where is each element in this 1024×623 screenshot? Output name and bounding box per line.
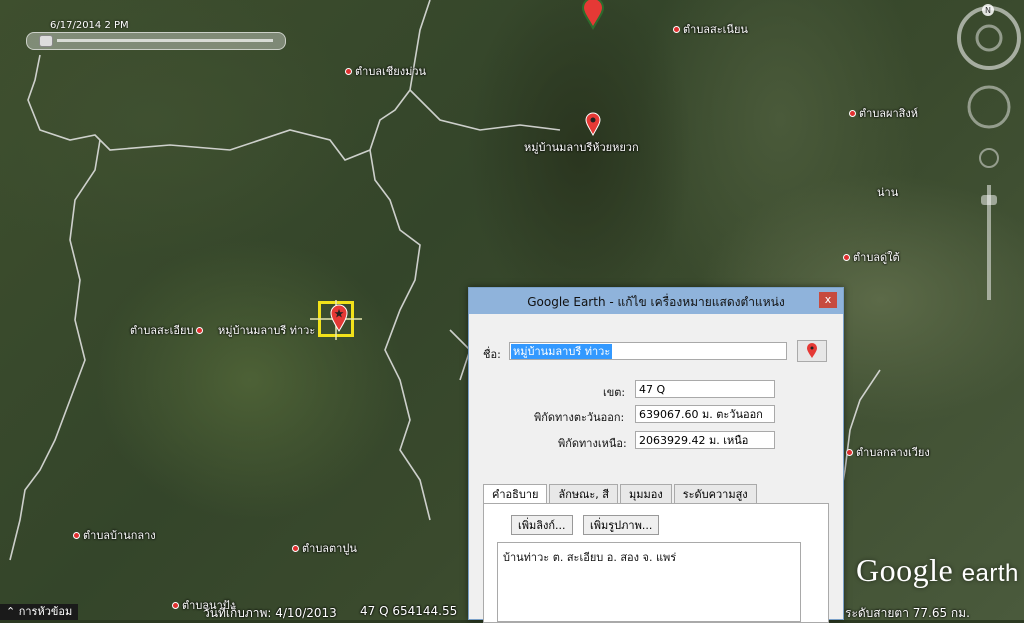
northing-label: พิกัดทางเหนือ:	[558, 437, 627, 450]
easting-label: พิกัดทางตะวันออก:	[534, 411, 625, 424]
expand-panel-button[interactable]: ⌃ การหัวข้อม	[0, 604, 79, 620]
selected-pin-icon[interactable]	[330, 304, 348, 332]
cursor-coordinates: 47 Q 654144.55	[360, 604, 458, 618]
description-field[interactable]: บ้านท่าวะ ต. สะเอียบ อ. สอง จ. แพร่	[497, 542, 801, 622]
pin-icon	[807, 343, 817, 358]
time-slider-track[interactable]	[57, 39, 273, 42]
place-label[interactable]: หมู่บ้านมลาบรีห้วยหยวก	[524, 138, 639, 156]
place-dot-icon	[849, 109, 856, 117]
place-label[interactable]: ตำบลดู่ใต้	[843, 248, 900, 266]
place-dot-icon	[73, 531, 80, 539]
move-joystick[interactable]	[967, 85, 1011, 129]
navigation-controls[interactable]: N	[954, 0, 1024, 320]
place-dot-icon	[673, 25, 680, 33]
place-label[interactable]: ตำบลบ้านกลาง	[73, 526, 156, 544]
close-button[interactable]: x	[819, 292, 837, 308]
place-dot-icon	[843, 253, 850, 261]
tab-view[interactable]: มุมมอง	[619, 484, 672, 505]
place-dot-icon	[196, 326, 204, 334]
time-slider[interactable]	[26, 32, 286, 50]
northing-field[interactable]	[635, 431, 775, 449]
place-label[interactable]: ตำบลผาสิงห์	[849, 104, 918, 122]
zone-field[interactable]	[635, 380, 775, 398]
place-dot-icon	[292, 544, 299, 552]
dialog-tabs: คำอธิบาย ลักษณะ, สี มุมมอง ระดับความสูง	[483, 484, 759, 507]
name-selected-text: หมู่บ้านมลาบรี ท่าวะ	[511, 344, 613, 359]
tab-style-color[interactable]: ลักษณะ, สี	[549, 484, 618, 505]
name-label: ชื่อ:	[483, 348, 501, 361]
placemark-icon-button[interactable]	[797, 340, 827, 362]
add-link-button[interactable]: เพิ่มลิงก์...	[511, 515, 573, 535]
dialog-title: Google Earth - แก้ไข เครื่องหมายแสดงตำแห…	[527, 295, 785, 309]
add-image-button[interactable]: เพิ่มรูปภาพ...	[583, 515, 660, 535]
edit-placemark-dialog: Google Earth - แก้ไข เครื่องหมายแสดงตำแห…	[468, 287, 844, 623]
place-label[interactable]: ตำบลสะเอียบ	[130, 321, 204, 339]
place-label[interactable]: ตำบลสะเนียน	[673, 20, 748, 38]
zoom-thumb[interactable]	[981, 195, 997, 205]
look-joystick[interactable]	[957, 6, 1021, 70]
place-dot-icon	[846, 448, 853, 456]
street-view-icon[interactable]	[979, 148, 999, 168]
svg-text:N: N	[985, 6, 991, 15]
place-label[interactable]: ตำบลเชียงม่วน	[345, 62, 426, 80]
tab-altitude[interactable]: ระดับความสูง	[673, 484, 757, 505]
placemark-pin-icon[interactable]	[580, 0, 606, 30]
dialog-titlebar[interactable]: Google Earth - แก้ไข เครื่องหมายแสดงตำแห…	[469, 288, 843, 314]
time-slider-thumb[interactable]	[39, 35, 53, 47]
place-label[interactable]: ตำบลตาปูน	[292, 539, 357, 557]
place-label[interactable]: น่าน	[877, 183, 898, 201]
place-dot-icon	[345, 67, 352, 75]
imagery-date: วันที่เก็บภาพ: 4/10/2013	[203, 606, 337, 620]
zone-label: เขต:	[603, 386, 626, 399]
eye-altitude: ระดับสายตา 77.65 กม.	[845, 606, 970, 620]
placemark-pin-icon[interactable]	[585, 112, 601, 136]
time-slider-label: 6/17/2014 2 PM	[50, 20, 129, 31]
place-label[interactable]: ตำบลกลางเวียง	[846, 443, 930, 461]
easting-field[interactable]	[635, 405, 775, 423]
google-earth-logo: Google earth	[856, 552, 1019, 588]
place-label[interactable]: หมู่บ้านมลาบรี ท่าวะ	[218, 321, 315, 339]
